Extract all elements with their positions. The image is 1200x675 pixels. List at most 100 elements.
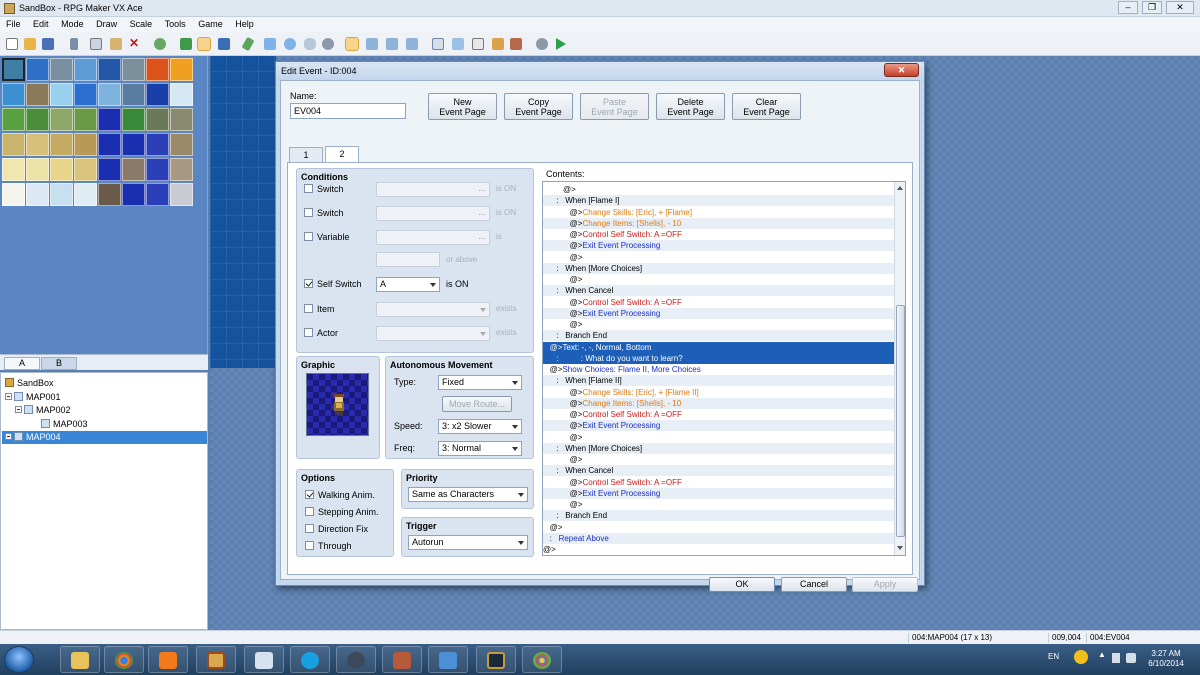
taskbar-app[interactable]: [244, 646, 284, 673]
map-water-tiles[interactable]: [210, 56, 276, 368]
event-command-line[interactable]: : When Cancel: [543, 465, 894, 477]
taskbar-media[interactable]: [148, 646, 188, 673]
tile[interactable]: [50, 183, 73, 206]
tile[interactable]: [146, 58, 169, 81]
event-command-line[interactable]: @>Exit Event Processing: [543, 487, 894, 499]
event-command-line[interactable]: @>Change Items: [Shells], - 10: [543, 217, 894, 229]
tile[interactable]: [98, 158, 121, 181]
new-project-icon[interactable]: [6, 38, 18, 50]
through-checkbox[interactable]: [305, 541, 314, 550]
event-command-line[interactable]: @>: [543, 252, 894, 263]
clear-event-page-button[interactable]: Clear Event Page: [732, 93, 801, 120]
event-command-line[interactable]: @>: [543, 522, 894, 533]
language-indicator[interactable]: EN: [1048, 652, 1059, 661]
tile[interactable]: [170, 183, 193, 206]
notification-icon[interactable]: [1074, 650, 1088, 664]
tile[interactable]: [2, 83, 25, 106]
menu-mode[interactable]: Mode: [55, 17, 88, 29]
tile[interactable]: [2, 133, 25, 156]
tile[interactable]: [50, 83, 73, 106]
event-command-line[interactable]: @>Control Self Switch: A =OFF: [543, 409, 894, 420]
taskbar-control-panel[interactable]: [428, 646, 468, 673]
movement-speed-select[interactable]: 3: x2 Slower: [438, 419, 522, 434]
tile[interactable]: [26, 108, 49, 131]
tile[interactable]: [146, 83, 169, 106]
tree-item-map002[interactable]: MAP002: [15, 404, 75, 417]
playtest-icon[interactable]: [556, 38, 566, 50]
new-event-page-button[interactable]: New Event Page: [428, 93, 497, 120]
menu-draw[interactable]: Draw: [90, 17, 121, 29]
tile[interactable]: [146, 158, 169, 181]
self-switch-checkbox[interactable]: [304, 279, 313, 288]
graphic-picker[interactable]: [306, 373, 369, 436]
copy-event-page-button[interactable]: Copy Event Page: [504, 93, 573, 120]
event-command-line[interactable]: @>Exit Event Processing: [543, 307, 894, 319]
tree-item-map003[interactable]: MAP003: [41, 418, 92, 431]
event-command-line[interactable]: @>: [543, 544, 894, 555]
tab-tileset-a[interactable]: A: [4, 357, 40, 370]
event-command-line[interactable]: @>Change Skills: [Eric], + [Flame II]: [543, 387, 894, 398]
save-project-icon[interactable]: [42, 38, 54, 50]
tree-item-map004[interactable]: MAP004: [2, 431, 207, 444]
zoom-1-1-icon[interactable]: [345, 37, 359, 51]
copy-icon[interactable]: [90, 38, 102, 50]
event-mode-icon[interactable]: [197, 37, 211, 51]
menu-scale[interactable]: Scale: [124, 17, 157, 29]
tile[interactable]: [74, 183, 97, 206]
cancel-button[interactable]: Cancel: [781, 577, 847, 592]
tab-page-1[interactable]: 1: [289, 147, 323, 162]
maximize-button[interactable]: ❐: [1142, 1, 1162, 14]
delete-event-page-button[interactable]: Delete Event Page: [656, 93, 725, 120]
event-command-line[interactable]: @>Exit Event Processing: [543, 420, 894, 432]
tile[interactable]: [98, 108, 121, 131]
event-command-line[interactable]: : When [Flame I]: [543, 195, 894, 207]
show-hidden-icons-icon[interactable]: ▲: [1098, 650, 1106, 659]
tile[interactable]: [26, 58, 49, 81]
tile[interactable]: [50, 158, 73, 181]
menu-edit[interactable]: Edit: [27, 17, 53, 29]
event-command-line[interactable]: : When [More Choices]: [543, 442, 894, 454]
collapse-icon[interactable]: [15, 406, 22, 413]
menu-file[interactable]: File: [0, 17, 25, 29]
event-command-line[interactable]: : Branch End: [543, 330, 894, 342]
tile-selected[interactable]: [2, 58, 25, 81]
contents-scrollbar[interactable]: [894, 182, 905, 555]
taskbar-steam[interactable]: [336, 646, 376, 673]
event-command-line[interactable]: @>Change Skills: [Eric], + [Flame]: [543, 207, 894, 218]
delete-icon[interactable]: ✕: [128, 37, 140, 50]
resource-manager-icon[interactable]: [452, 38, 464, 50]
tile[interactable]: [50, 58, 73, 81]
tile[interactable]: [146, 183, 169, 206]
rectangle-icon[interactable]: [264, 38, 276, 50]
tile[interactable]: [50, 133, 73, 156]
taskbar-rpgmaker[interactable]: [196, 646, 236, 673]
tile[interactable]: [122, 133, 145, 156]
undo-icon[interactable]: [154, 38, 166, 50]
tile[interactable]: [170, 108, 193, 131]
event-command-line[interactable]: @>Exit Event Processing: [543, 240, 894, 252]
tile[interactable]: [74, 108, 97, 131]
tree-item-project[interactable]: SandBox: [5, 377, 58, 390]
tree-item-map001[interactable]: MAP001: [5, 391, 65, 404]
collapse-icon[interactable]: [5, 393, 12, 400]
event-command-line[interactable]: @>: [543, 454, 894, 465]
walking-anim-checkbox[interactable]: [305, 490, 314, 499]
movement-freq-select[interactable]: 3: Normal: [438, 441, 522, 456]
paste-icon[interactable]: [110, 38, 122, 50]
scroll-thumb[interactable]: [896, 305, 905, 537]
ellipse-icon[interactable]: [284, 38, 296, 50]
region-mode-icon[interactable]: [218, 38, 230, 50]
collapse-icon[interactable]: [5, 433, 12, 440]
taskbar-explorer[interactable]: [60, 646, 100, 673]
tile[interactable]: [98, 58, 121, 81]
event-command-line[interactable]: @>: [543, 499, 894, 510]
dialog-close-button[interactable]: ✕: [884, 63, 919, 77]
tile[interactable]: [74, 158, 97, 181]
tile[interactable]: [2, 108, 25, 131]
stepping-anim-checkbox[interactable]: [305, 507, 314, 516]
item-checkbox[interactable]: [304, 304, 313, 313]
event-command-line[interactable]: @>Control Self Switch: A =OFF: [543, 477, 894, 488]
tile[interactable]: [122, 158, 145, 181]
tile[interactable]: [26, 183, 49, 206]
tile[interactable]: [26, 83, 49, 106]
